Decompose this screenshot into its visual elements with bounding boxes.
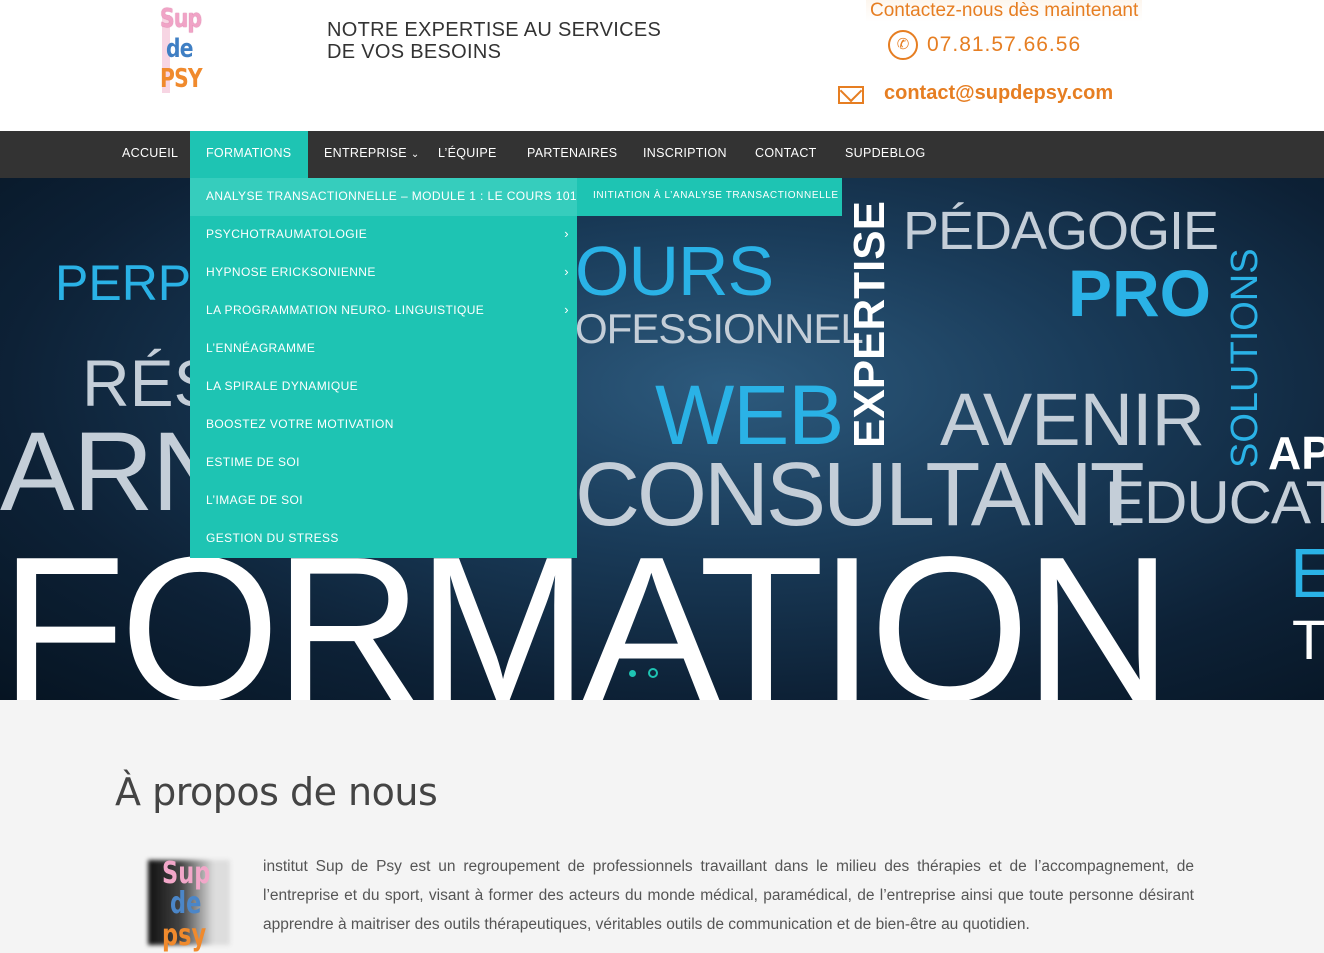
dropdown-item-motivation[interactable]: BOOSTEZ VOTRE MOTIVATION: [190, 406, 577, 444]
header-tagline: NOTRE EXPERTISE AU SERVICES DE VOS BESOI…: [327, 19, 661, 63]
nav-label: FORMATIONS: [206, 146, 292, 160]
dropdown-item-image-de-soi[interactable]: L’IMAGE DE SOI: [190, 482, 577, 520]
phone-icon: ✆: [888, 30, 918, 60]
nav-formations[interactable]: FORMATIONS: [190, 131, 308, 178]
nav-label: INSCRIPTION: [643, 146, 727, 160]
dropdown-label: ANALYSE TRANSACTIONNELLE – MODULE 1 : LE…: [206, 189, 578, 203]
header-contact: Contactez-nous dès maintenant ✆ 07.81.57…: [838, 0, 1146, 120]
dropdown-item-hypnose[interactable]: HYPNOSE ERICKSONIENNE ›: [190, 254, 577, 292]
nav-entreprise[interactable]: ENTREPRISE ⌄: [308, 131, 436, 178]
dropdown-item-spirale-dynamique[interactable]: LA SPIRALE DYNAMIQUE: [190, 368, 577, 406]
phone-number[interactable]: 07.81.57.66.56: [927, 33, 1081, 57]
logo-text-sup: Sup: [160, 4, 202, 34]
nav-label: PARTENAIRES: [527, 146, 618, 160]
slider-dot-1[interactable]: [629, 670, 636, 677]
nav-contact[interactable]: CONTACT: [739, 131, 833, 178]
hero-word: T: [1292, 608, 1324, 671]
dropdown-label: LA PROGRAMMATION NEURO- LINGUISTIQUE: [206, 303, 485, 317]
dropdown-label: ESTIME DE SOI: [206, 455, 300, 469]
dropdown-item-estime-de-soi[interactable]: ESTIME DE SOI: [190, 444, 577, 482]
hero-word: PÉDAGOGIE: [903, 201, 1219, 261]
about-logo-text: psy: [162, 918, 207, 953]
nav-supdeblog[interactable]: SUPDEBLOG: [829, 131, 942, 178]
dropdown-label: BOOSTEZ VOTRE MOTIVATION: [206, 417, 394, 431]
nav-label: ACCUEIL: [122, 146, 179, 160]
nav-inscription[interactable]: INSCRIPTION: [627, 131, 743, 178]
about-description: institut Sup de Psy est un regroupement …: [263, 858, 1194, 933]
site-logo[interactable]: Sup de PSY: [160, 5, 226, 97]
logo-text-de: de: [166, 34, 194, 64]
nav-partenaires[interactable]: PARTENAIRES: [511, 131, 633, 178]
chevron-right-icon: ›: [564, 226, 569, 241]
dropdown-item-pnl[interactable]: LA PROGRAMMATION NEURO- LINGUISTIQUE ›: [190, 292, 577, 330]
main-nav: ACCUEIL FORMATIONS ENTREPRISE ⌄ L’ÉQUIPE …: [0, 131, 1324, 178]
submenu-initiation-analyse-transactionnelle[interactable]: INITIATION À L’ANALYSE TRANSACTIONNELLE: [577, 178, 842, 216]
hero-word: E: [1290, 534, 1324, 612]
hero-word: PRO: [1068, 256, 1212, 330]
logo-text-psy: PSY: [160, 64, 203, 94]
about-logo-text: de: [170, 886, 202, 921]
tagline-line-2: DE VOS BESOINS: [327, 41, 502, 63]
dropdown-label: L’IMAGE DE SOI: [206, 493, 303, 507]
dropdown-label: LA SPIRALE DYNAMIQUE: [206, 379, 359, 393]
dropdown-item-psychotraumatologie[interactable]: PSYCHOTRAUMATOLOGIE ›: [190, 216, 577, 254]
dropdown-item-gestion-stress[interactable]: GESTION DU STRESS: [190, 520, 577, 558]
nav-label: ENTREPRISE: [324, 146, 407, 160]
chevron-right-icon: ›: [564, 264, 569, 279]
dropdown-label: HYPNOSE ERICKSONIENNE: [206, 265, 376, 279]
chevron-right-icon: ›: [564, 302, 569, 317]
formations-dropdown: ANALYSE TRANSACTIONNELLE – MODULE 1 : LE…: [190, 178, 577, 558]
dropdown-label: PSYCHOTRAUMATOLOGIE: [206, 227, 368, 241]
nav-label: L’ÉQUIPE: [438, 146, 497, 160]
hero-word-formation: FORMATION: [0, 514, 1173, 700]
hero-word: PERP: [55, 255, 192, 311]
nav-label: SUPDEBLOG: [845, 146, 926, 160]
hero-word: EXPERTISE: [845, 201, 894, 448]
nav-accueil[interactable]: ACCUEIL: [106, 131, 194, 178]
tagline-line-1: NOTRE EXPERTISE AU SERVICES: [327, 19, 662, 41]
contact-title: Contactez-nous dès maintenant: [866, 0, 1143, 22]
nav-label: CONTACT: [755, 146, 817, 160]
email-link[interactable]: contact@supdepsy.com: [884, 82, 1113, 105]
dropdown-item-analyse-transactionnelle[interactable]: ANALYSE TRANSACTIONNELLE – MODULE 1 : LE…: [190, 178, 577, 216]
slider-dots: [629, 665, 666, 683]
dropdown-label: GESTION DU STRESS: [206, 531, 339, 545]
about-title: À propos de nous: [115, 770, 438, 814]
site-header: Sup de PSY NOTRE EXPERTISE AU SERVICES D…: [0, 0, 1324, 131]
dropdown-item-enneagramme[interactable]: L’ENNÉAGRAMME: [190, 330, 577, 368]
about-logo-text: Sup: [162, 856, 211, 891]
dropdown-label: L’ENNÉAGRAMME: [206, 341, 316, 355]
slider-dot-2[interactable]: [648, 668, 658, 678]
about-logo-image: Sup de psy: [148, 855, 238, 951]
hero-word: SOLUTIONS: [1224, 248, 1266, 468]
nav-equipe[interactable]: L’ÉQUIPE: [422, 131, 513, 178]
hero-word: OURS: [575, 232, 774, 310]
hero-word: OFESSIONNEL: [575, 305, 864, 352]
mail-icon: [838, 86, 864, 104]
chevron-down-icon: ⌄: [410, 149, 420, 160]
